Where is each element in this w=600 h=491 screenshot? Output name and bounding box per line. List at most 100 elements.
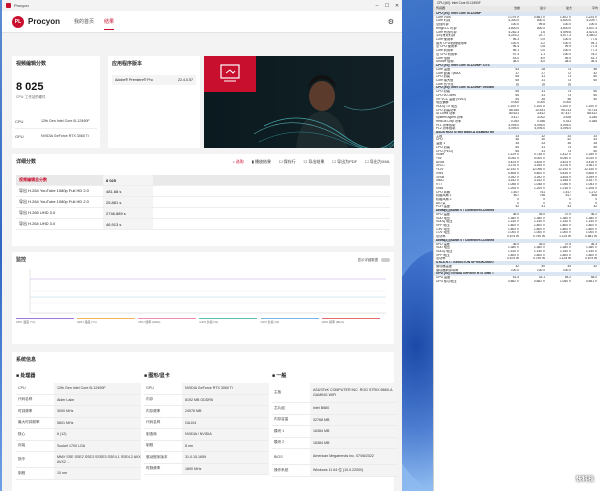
- info-key: 代码名称: [18, 397, 33, 402]
- info-value: Windows 11 64 位 (10.0.22000): [310, 465, 397, 476]
- info-value: NVIDIA / NVIDIA: [182, 429, 269, 440]
- details-toggle[interactable]: [381, 257, 390, 262]
- sensor-row[interactable]: GPU 核心电压 0.862 V 0.662 V 1.050 V 0.851 V: [434, 280, 600, 284]
- info-key: 最大时钟频率: [18, 420, 40, 425]
- info-value: 8192 MB GDDR6: [182, 394, 269, 405]
- info-row: 指令 MMX SSE SSE2 SSE3 SSSE3 SSE4.1 SSE4.2 …: [16, 452, 141, 468]
- close-icon[interactable]: ✕: [392, 3, 402, 9]
- window-titlebar: Procyon – ☐ ✕: [2, 0, 402, 11]
- info-row: 内存频率 24076 MB: [144, 406, 269, 418]
- info-key: 制程: [146, 443, 154, 448]
- system-info-title: 系统信息: [16, 357, 37, 363]
- info-key: 内存频率: [146, 408, 161, 413]
- gear-icon[interactable]: ⚙: [388, 18, 394, 26]
- row-label: 导出 H.265 UHD 3.0: [19, 210, 56, 215]
- info-row: 代码名称 GA104: [144, 417, 269, 429]
- info-value: 31.0.15.1659: [182, 452, 269, 463]
- info-value: 16384 MB: [310, 426, 397, 437]
- gpu-info-heading: ■ 图形/显卡: [144, 372, 269, 379]
- export-xml-button[interactable]: ☐ 导出为XML: [365, 159, 390, 165]
- table-row: 导出 H.264 YouTube 1080p Full HD 2.0 481.6…: [16, 186, 390, 197]
- info-row: 制程 10 nm: [16, 468, 141, 480]
- legend-item[interactable]: CPU 频率 (MHz): [138, 318, 197, 324]
- info-key: 内存容量: [274, 417, 289, 422]
- app-version-row: Adobe® Premiere® Pro 22.4.0.57: [112, 75, 196, 85]
- sensor-value: 0.662 V: [534, 279, 545, 283]
- details-panel: 详细分数 • 选购 ▮ 播放结果 ☐ 保存行 ☐ 导出结果 ☐ 导出为PDF ☐…: [12, 154, 394, 246]
- score-title: 视频编辑分数: [16, 61, 47, 67]
- info-row: 驱动程序版本 31.0.15.1659: [144, 452, 269, 464]
- app-icon: [6, 3, 11, 8]
- legend-item[interactable]: GPU 温度 (°C): [77, 318, 136, 324]
- row-label: 导出 H.264 YouTube 1080p Full HD 2.0: [19, 188, 89, 193]
- row-value: 46.913 s: [103, 219, 153, 229]
- info-row: 内存容量 32768 MB: [272, 414, 397, 426]
- score-subtitle: CPU: 工作站的硬件: [16, 95, 46, 99]
- legend-item[interactable]: GPU 频率 (MHz): [321, 318, 380, 324]
- cpu-value: 12th Gen Intel Core i5-12490F: [41, 119, 90, 124]
- row-value: 25.881 s: [103, 197, 153, 207]
- general-info-heading: ■ 一般: [272, 372, 397, 379]
- info-key: 驱动程序版本: [146, 454, 168, 459]
- brand-name: Procyon: [28, 17, 61, 26]
- tab-results[interactable]: 结果: [104, 14, 115, 30]
- info-key: 模块 1: [274, 428, 285, 433]
- info-key: 芯片组: [274, 405, 285, 410]
- table-row: 导出 H.265 UHD 3.0 2746.889 s: [16, 208, 390, 219]
- row-value: 2746.889 s: [103, 208, 153, 218]
- legend-item[interactable]: CPU 温度 (°C): [16, 318, 74, 324]
- app-version-title: 应用程序版本: [112, 61, 143, 67]
- row-value: 481.68 s: [103, 186, 153, 196]
- info-value: MMX SSE SSE2 SSE3 SSSE3 SSE4.1 SSE4.2 AV…: [54, 452, 141, 467]
- legend-item[interactable]: CPU 负载 (%): [260, 318, 319, 324]
- info-key: 主板: [274, 390, 282, 394]
- app-name: Adobe® Premiere® Pro: [115, 78, 153, 82]
- legend-item[interactable]: GPU 负载 (%): [199, 318, 258, 324]
- procyon-window: Procyon – ☐ ✕ PL Procyon 我的首页 结果 ⚙ 视频编辑分…: [2, 0, 402, 491]
- info-key: 内存: [146, 397, 154, 402]
- info-value: ASUSTeK COMPUTER INC. ROG STRIX B660-A G…: [310, 383, 397, 402]
- sensor-value: 0.862 V: [508, 279, 519, 283]
- tab-home[interactable]: 我的首页: [74, 14, 94, 29]
- table-row: 导出 H.264 UHD 3.0 46.913 s: [16, 219, 390, 230]
- window-title: Procyon: [14, 3, 29, 8]
- info-value: 12th Gen Intel Core i5-12490F: [54, 383, 141, 394]
- select-button[interactable]: • 选购: [233, 159, 244, 165]
- export-pdf-button[interactable]: ☐ 导出为PDF: [332, 159, 357, 165]
- info-key: GPU: [146, 386, 154, 391]
- details-toggle-label: 显示详细数据: [357, 258, 378, 262]
- save-button[interactable]: ☐ 保存行: [279, 159, 296, 165]
- hardware-summary: CPU 12th Gen Intel Core i5-12490F GPU NV…: [12, 112, 100, 148]
- info-key: 代码名称: [146, 420, 161, 425]
- info-value: NVIDIA GeForce RTX 3060 Ti: [182, 383, 269, 394]
- info-key: 核心: [18, 431, 26, 436]
- info-key: 时钟频率: [18, 408, 33, 413]
- info-key: 指令: [18, 457, 26, 461]
- top-nav: PL Procyon 我的首页 结果 ⚙: [2, 11, 402, 33]
- info-row: CPU 12th Gen Intel Core i5-12490F: [16, 383, 141, 395]
- info-value: 10 nm: [54, 468, 141, 479]
- info-value: Socket 1700 LGA: [54, 440, 141, 451]
- table-row: 导出 H.264 YouTube 1080p Full HD 2.0 25.88…: [16, 197, 390, 208]
- general-info: ■ 一般 主板 ASUSTeK COMPUTER INC. ROG STRIX B…: [272, 372, 397, 477]
- score-table: 视频编辑总分数 8 025 导出 H.264 YouTube 1080p Ful…: [16, 175, 390, 230]
- sensor-value: 0.851 V: [586, 279, 597, 283]
- info-row: 时钟频率 3000 MHz: [16, 406, 141, 418]
- hero-image: [204, 56, 394, 148]
- export-results-button[interactable]: ☐ 导出结果: [304, 159, 325, 165]
- maximize-icon[interactable]: ☐: [382, 3, 392, 9]
- procyon-logo: PL: [12, 15, 24, 28]
- info-row: 时脉频率 1890 MHz: [144, 463, 269, 475]
- info-value: 16384 MB: [310, 437, 397, 448]
- minimize-icon[interactable]: –: [372, 3, 382, 9]
- row-label: 导出 H.264 UHD 3.0: [19, 221, 56, 226]
- info-key: 制程: [18, 470, 26, 475]
- row-label: 导出 H.264 YouTube 1080p Full HD 2.0: [19, 199, 89, 204]
- app-version-number: 22.4.0.57: [178, 78, 193, 82]
- row-label: 视频编辑总分数: [19, 177, 47, 182]
- play-results-button[interactable]: ▮ 播放结果: [252, 159, 271, 165]
- info-row: 代码名称 Alder Lake: [16, 394, 141, 406]
- info-key: 封装: [18, 443, 26, 448]
- cpu-heading-text: ■ 处理器: [16, 373, 36, 379]
- info-row: 最大时钟频率 5601 MHz: [16, 417, 141, 429]
